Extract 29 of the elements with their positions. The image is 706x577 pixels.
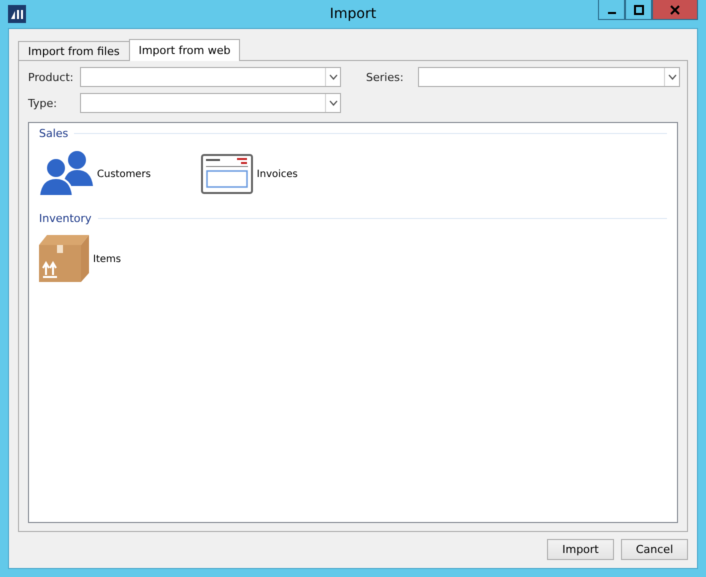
cancel-button[interactable]: Cancel	[621, 539, 688, 560]
box-icon[interactable]	[39, 235, 89, 283]
maximize-icon	[634, 4, 644, 14]
dropdown-field[interactable]	[80, 93, 341, 113]
tab[interactable]: Import from files	[18, 41, 130, 60]
people-icon[interactable]	[39, 150, 93, 198]
chevron-down-icon	[328, 74, 338, 80]
chevron-down-icon	[328, 100, 338, 106]
dropdown-field[interactable]	[80, 67, 341, 87]
item-label[interactable]: Invoices	[256, 168, 298, 180]
minimize-icon	[608, 12, 616, 14]
close-button[interactable]	[652, 0, 698, 20]
group-title: Sales	[39, 127, 68, 140]
item-label[interactable]: Items	[93, 254, 121, 264]
close-icon	[670, 4, 680, 14]
field-label: Product:	[28, 70, 74, 84]
chevron-down-icon	[668, 74, 676, 80]
import-button[interactable]: Import	[547, 539, 614, 560]
tab[interactable]: Import from web	[128, 39, 240, 61]
minimize-button[interactable]	[598, 0, 625, 20]
field-label: Type:	[28, 96, 58, 110]
window-title: Import	[328, 6, 378, 22]
item-label[interactable]: Customers	[97, 168, 151, 180]
maximize-button[interactable]	[625, 0, 652, 20]
field-label: Series:	[366, 70, 405, 84]
group-title: Inventory	[39, 212, 92, 225]
dropdown-field[interactable]	[418, 67, 680, 87]
app-logo-icon	[8, 5, 26, 23]
invoice-icon[interactable]	[200, 154, 253, 194]
